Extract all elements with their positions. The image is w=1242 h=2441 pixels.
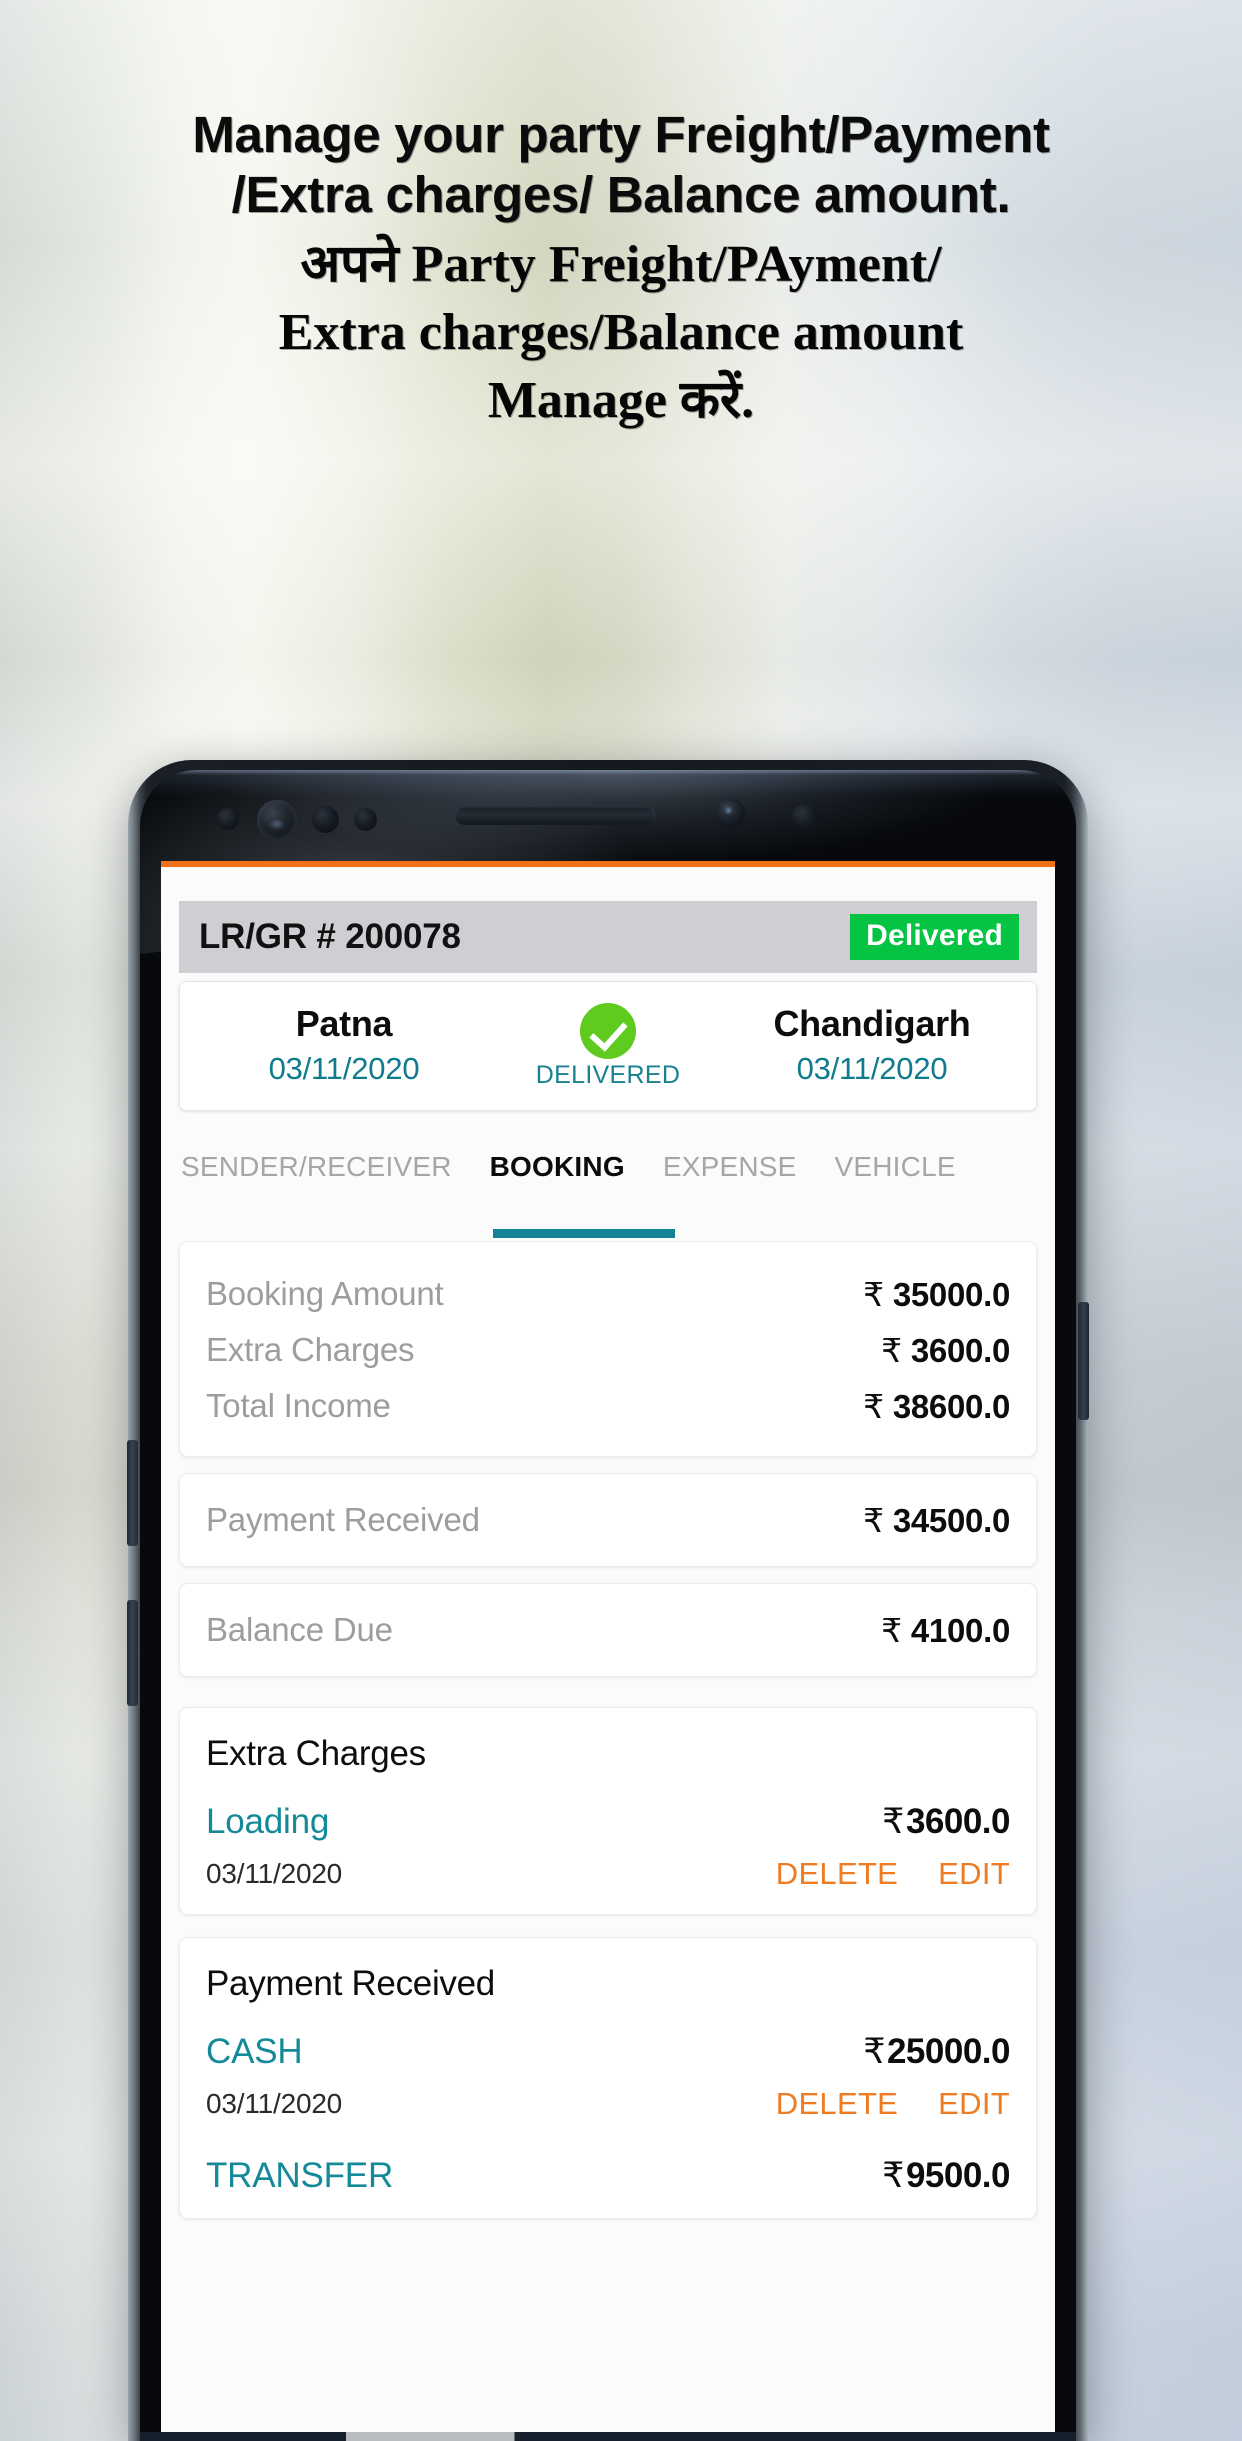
balance-due-row: Balance Due ₹4100.0 xyxy=(180,1602,1036,1658)
payment-amount: ₹25000.0 xyxy=(863,2032,1010,2072)
edit-button[interactable]: EDIT xyxy=(938,1856,1010,1892)
payment-received-number: 34500.0 xyxy=(892,1501,1010,1539)
front-camera-icon xyxy=(715,798,745,828)
route-origin: Patna 03/11/2020 xyxy=(180,1001,508,1091)
extra-charges-label: Extra Charges xyxy=(206,1331,415,1368)
payment-received-list-card: Payment Received CASH ₹25000.0 03/11/202… xyxy=(179,1937,1037,2219)
summary-row-extra-charges: Extra Charges ₹3600.0 xyxy=(180,1322,1036,1378)
route-summary-card[interactable]: Patna 03/11/2020 DELIVERED Chandigarh 03… xyxy=(179,981,1037,1111)
payment-amount: ₹9500.0 xyxy=(882,2156,1010,2196)
balance-due-label: Balance Due xyxy=(206,1611,393,1648)
booking-summary-card: Booking Amount ₹35000.0 Extra Charges ₹3… xyxy=(179,1241,1037,1457)
route-status: DELIVERED xyxy=(508,1002,708,1090)
app-content-area: LR/GR # 200078 Delivered Patna 03/11/202… xyxy=(161,901,1055,2219)
list-item[interactable]: Loading ₹3600.0 03/11/2020 DELETE EDIT xyxy=(206,1802,1011,1892)
iris-scanner-icon xyxy=(257,800,297,840)
phone-mockup: LR/GR # 200078 Delivered Patna 03/11/202… xyxy=(127,760,1089,2441)
balance-due-value: ₹4100.0 xyxy=(881,1611,1010,1650)
rupee-symbol-icon: ₹ xyxy=(863,1387,884,1425)
rupee-symbol-icon: ₹ xyxy=(863,1275,884,1313)
extra-charges-card-title: Extra Charges xyxy=(206,1734,426,1773)
rupee-symbol-icon: ₹ xyxy=(882,2156,904,2195)
payment-received-value: ₹34500.0 xyxy=(863,1501,1010,1540)
origin-date: 03/11/2020 xyxy=(268,1051,420,1086)
rupee-symbol-icon: ₹ xyxy=(863,2032,885,2071)
infrared-sensor-icon xyxy=(354,808,377,831)
power-button[interactable] xyxy=(1078,1302,1089,1420)
total-income-value: ₹38600.0 xyxy=(863,1387,1010,1426)
lr-gr-header-bar: LR/GR # 200078 Delivered xyxy=(179,901,1037,973)
list-item[interactable]: TRANSFER ₹9500.0 xyxy=(206,2156,1011,2196)
tab-bar: SENDER/RECEIVER BOOKING EXPENSE VEHICLE xyxy=(161,1143,1055,1241)
destination-city: Chandigarh xyxy=(773,1003,971,1044)
extra-charge-amount: ₹3600.0 xyxy=(882,1802,1010,1842)
payment-mode-name: TRANSFER xyxy=(206,2156,394,2195)
promo-headline-block: Manage your party Freight/Payment /Extra… xyxy=(0,0,1242,700)
tab-sender-receiver[interactable]: SENDER/RECEIVER xyxy=(181,1143,452,1183)
payment-received-row: Payment Received ₹34500.0 xyxy=(180,1492,1036,1548)
delete-button[interactable]: DELETE xyxy=(776,2086,898,2122)
summary-row-booking-amount: Booking Amount ₹35000.0 xyxy=(180,1266,1036,1322)
total-income-label: Total Income xyxy=(206,1387,391,1424)
phone-bezel: LR/GR # 200078 Delivered Patna 03/11/202… xyxy=(140,770,1076,2441)
lr-gr-number: LR/GR # 200078 xyxy=(199,917,461,956)
volume-down-button[interactable] xyxy=(127,1600,138,1706)
status-badge: Delivered xyxy=(850,914,1019,960)
total-income-number: 38600.0 xyxy=(892,1387,1010,1425)
extra-charge-date: 03/11/2020 xyxy=(206,1858,343,1889)
earpiece-speaker-icon xyxy=(455,806,655,825)
led-indicator-icon xyxy=(792,804,818,830)
route-destination: Chandigarh 03/11/2020 xyxy=(708,1001,1036,1091)
edit-button[interactable]: EDIT xyxy=(938,2086,1010,2122)
tab-expense[interactable]: EXPENSE xyxy=(663,1143,797,1183)
delete-button[interactable]: DELETE xyxy=(776,1856,898,1892)
phone-screen: LR/GR # 200078 Delivered Patna 03/11/202… xyxy=(161,861,1055,2441)
ambient-light-sensor-icon xyxy=(312,806,339,833)
tab-booking[interactable]: BOOKING xyxy=(490,1143,625,1183)
payment-entry-main-cash: CASH ₹25000.0 xyxy=(206,2032,1011,2072)
payment-amount-number: 25000.0 xyxy=(886,2032,1011,2071)
extra-charges-number: 3600.0 xyxy=(910,1331,1010,1369)
delivered-check-icon xyxy=(580,1002,636,1059)
tab-vehicle[interactable]: VEHICLE xyxy=(835,1143,956,1183)
rupee-symbol-icon: ₹ xyxy=(881,1331,902,1369)
status-bar-accent xyxy=(161,861,1055,867)
origin-city: Patna xyxy=(295,1003,393,1044)
summary-row-total-income: Total Income ₹38600.0 xyxy=(180,1378,1036,1434)
payment-actions: DELETE EDIT xyxy=(776,2086,1010,2122)
payment-mode-name: CASH xyxy=(206,2032,303,2071)
payment-entry-sub-cash: 03/11/2020 DELETE EDIT xyxy=(206,2086,1010,2122)
booking-amount-value: ₹35000.0 xyxy=(863,1275,1010,1314)
booking-amount-label: Booking Amount xyxy=(206,1275,444,1312)
balance-due-summary-card: Balance Due ₹4100.0 xyxy=(179,1583,1037,1677)
proximity-sensor-icon xyxy=(217,808,239,830)
headline-hindi-line-3: Manage करें. xyxy=(487,372,755,429)
rupee-symbol-icon: ₹ xyxy=(882,1802,904,1841)
payment-entry-main-transfer: TRANSFER ₹9500.0 xyxy=(206,2156,1011,2196)
extra-charge-actions: DELETE EDIT xyxy=(776,1856,1010,1892)
list-item[interactable]: CASH ₹25000.0 03/11/2020 DELETE EDIT xyxy=(206,2032,1011,2122)
payment-received-card-title: Payment Received xyxy=(206,1964,495,2003)
payment-received-label: Payment Received xyxy=(206,1501,480,1538)
extra-charges-value: ₹3600.0 xyxy=(881,1331,1010,1370)
balance-due-number: 4100.0 xyxy=(910,1611,1010,1649)
delivered-status-label: DELIVERED xyxy=(535,1060,681,1089)
navigation-bar-strip xyxy=(140,2432,1076,2441)
rupee-symbol-icon: ₹ xyxy=(863,1501,884,1539)
active-tab-indicator xyxy=(493,1229,675,1238)
extra-charges-list-card: Extra Charges Loading ₹3600.0 03/11/2020… xyxy=(179,1707,1037,1915)
booking-amount-number: 35000.0 xyxy=(892,1275,1010,1313)
payment-received-summary-card: Payment Received ₹34500.0 xyxy=(179,1473,1037,1567)
destination-date: 03/11/2020 xyxy=(796,1051,948,1086)
extra-charge-amount-number: 3600.0 xyxy=(905,1802,1011,1841)
extra-charge-entry-sub: 03/11/2020 DELETE EDIT xyxy=(206,1856,1010,1892)
extra-charge-entry-main: Loading ₹3600.0 xyxy=(206,1802,1011,1842)
payment-date: 03/11/2020 xyxy=(206,2088,343,2119)
rupee-symbol-icon: ₹ xyxy=(881,1611,902,1649)
volume-up-button[interactable] xyxy=(127,1440,138,1546)
extra-charge-name: Loading xyxy=(206,1802,330,1841)
payment-amount-number: 9500.0 xyxy=(905,2156,1011,2195)
